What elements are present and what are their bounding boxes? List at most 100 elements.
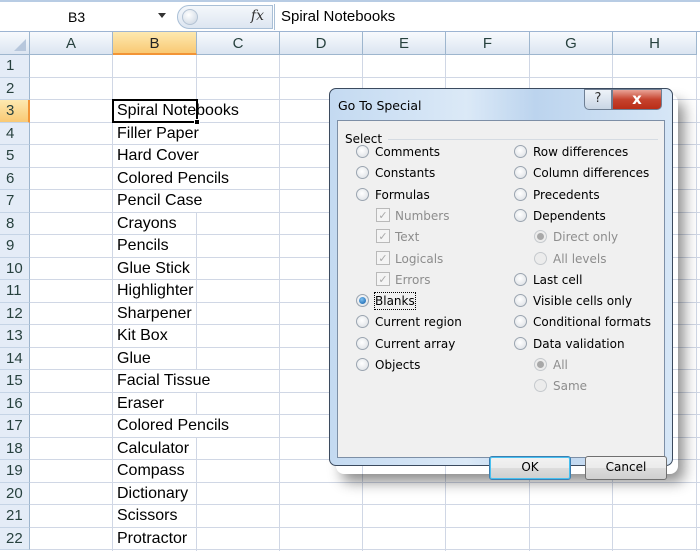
- cell-b15[interactable]: Facial Tissue: [114, 370, 211, 392]
- dialog-title: Go To Special: [338, 98, 422, 113]
- insert-function-icon[interactable]: fx: [251, 8, 264, 24]
- formula-bar-controls: fx: [177, 5, 273, 29]
- help-button[interactable]: ?: [584, 89, 612, 110]
- option-label: Data validation: [533, 336, 625, 351]
- cell-b20[interactable]: Dictionary: [114, 482, 189, 504]
- close-button[interactable]: x: [612, 89, 662, 110]
- row-header-12[interactable]: 12: [0, 302, 30, 325]
- option-label: Last cell: [533, 272, 583, 287]
- row-header-20[interactable]: 20: [0, 482, 30, 505]
- radio-icon[interactable]: [514, 336, 527, 350]
- column-header-e[interactable]: E: [363, 32, 446, 55]
- option-label: Current array: [375, 336, 456, 351]
- cell-b7[interactable]: Pencil Case: [114, 190, 203, 212]
- name-box-value: B3: [68, 9, 86, 25]
- row-header-13[interactable]: 13: [0, 325, 30, 348]
- row-gridline: [30, 76, 700, 78]
- name-box-dropdown-icon[interactable]: [158, 13, 166, 18]
- cell-b6[interactable]: Colored Pencils: [114, 167, 230, 189]
- formula-input[interactable]: Spiral Notebooks: [274, 4, 700, 30]
- formula-bar-resize-handle[interactable]: [182, 9, 198, 25]
- column-header-a[interactable]: A: [30, 32, 113, 55]
- column-header-g[interactable]: G: [530, 32, 613, 55]
- row-header-18[interactable]: 18: [0, 437, 30, 460]
- option-label: Conditional formats: [533, 315, 652, 330]
- radio-icon[interactable]: [356, 336, 369, 350]
- row-header-22[interactable]: 22: [0, 527, 30, 550]
- checkbox-icon: ✓: [376, 250, 390, 265]
- cell-b18[interactable]: Calculator: [114, 437, 190, 459]
- option-label: Same: [553, 379, 588, 394]
- row-gridline: [30, 549, 700, 550]
- radio-icon[interactable]: [356, 294, 369, 308]
- option-label: Comments: [375, 145, 441, 159]
- formula-bar: B3 fx Spiral Notebooks: [0, 0, 700, 32]
- option-label: Errors: [395, 272, 431, 287]
- cell-b21[interactable]: Scissors: [114, 505, 178, 527]
- cell-b11[interactable]: Highlighter: [114, 280, 194, 302]
- radio-icon[interactable]: [514, 145, 527, 158]
- ok-button[interactable]: OK: [489, 456, 571, 480]
- cell-b22[interactable]: Protractor: [114, 527, 188, 549]
- radio-icon[interactable]: [514, 208, 527, 222]
- column-header-c[interactable]: C: [197, 32, 280, 55]
- radio-icon[interactable]: [514, 315, 527, 329]
- column-gridline: [279, 55, 280, 551]
- select-all-button[interactable]: [0, 32, 30, 55]
- fill-handle[interactable]: [194, 119, 200, 125]
- row-header-21[interactable]: 21: [0, 505, 30, 528]
- cell-b12[interactable]: Sharpener: [114, 302, 192, 324]
- radio-icon[interactable]: [514, 294, 527, 308]
- row-header-19[interactable]: 19: [0, 460, 30, 483]
- name-box[interactable]: B3: [0, 4, 175, 30]
- row-header-9[interactable]: 9: [0, 235, 30, 258]
- row-header-5[interactable]: 5: [0, 145, 30, 168]
- radio-icon[interactable]: [356, 315, 369, 329]
- radio-icon[interactable]: [514, 272, 527, 286]
- row-header-6[interactable]: 6: [0, 167, 30, 190]
- row-header-3[interactable]: 3: [0, 100, 30, 123]
- cancel-button[interactable]: Cancel: [585, 456, 667, 480]
- column-header-f[interactable]: F: [446, 32, 530, 55]
- radio-icon[interactable]: [514, 166, 527, 180]
- row-header-2[interactable]: 2: [0, 77, 30, 100]
- cell-b14[interactable]: Glue: [114, 347, 151, 369]
- cell-b19[interactable]: Compass: [114, 460, 185, 482]
- radio-icon[interactable]: [356, 187, 369, 201]
- row-header-11[interactable]: 11: [0, 280, 30, 303]
- cell-b10[interactable]: Glue Stick: [114, 257, 190, 279]
- radio-icon[interactable]: [356, 358, 369, 371]
- row-header-16[interactable]: 16: [0, 392, 30, 415]
- option-label: Constants: [375, 166, 436, 181]
- row-header-10[interactable]: 10: [0, 257, 30, 280]
- radio-icon[interactable]: [356, 145, 369, 158]
- cell-b9[interactable]: Pencils: [114, 235, 169, 257]
- column-header-b[interactable]: B: [113, 32, 197, 55]
- row-header-17[interactable]: 17: [0, 415, 30, 438]
- select-all-icon: [14, 39, 26, 51]
- column-header-d[interactable]: D: [280, 32, 363, 55]
- radio-icon[interactable]: [514, 187, 527, 201]
- checkbox-icon: ✓: [376, 271, 390, 286]
- cell-b17[interactable]: Colored Pencils: [114, 415, 230, 437]
- column-header-h[interactable]: H: [613, 32, 697, 55]
- group-divider: [388, 139, 658, 140]
- option-label: Text: [395, 230, 420, 245]
- option-label: Visible cells only: [533, 294, 633, 309]
- radio-icon: [534, 358, 547, 371]
- row-header-15[interactable]: 15: [0, 370, 30, 393]
- radio-icon[interactable]: [356, 166, 369, 180]
- row-header-8[interactable]: 8: [0, 212, 30, 235]
- option-label: Blanks: [374, 292, 416, 311]
- row-header-7[interactable]: 7: [0, 190, 30, 213]
- row-header-1[interactable]: 1: [0, 55, 30, 78]
- cell-b8[interactable]: Crayons: [114, 212, 177, 234]
- cell-b16[interactable]: Eraser: [114, 392, 165, 414]
- option-label: Objects: [375, 358, 421, 372]
- row-header-4[interactable]: 4: [0, 122, 30, 145]
- cell-b4[interactable]: Filler Paper: [114, 122, 199, 144]
- row-header-14[interactable]: 14: [0, 347, 30, 370]
- cell-b5[interactable]: Hard Cover: [114, 145, 199, 167]
- column-gridline: [112, 55, 113, 551]
- cell-b13[interactable]: Kit Box: [114, 325, 168, 347]
